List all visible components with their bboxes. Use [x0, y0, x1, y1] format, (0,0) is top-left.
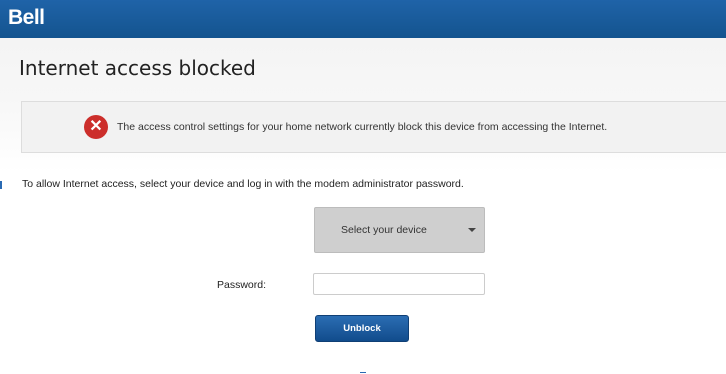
unblock-button[interactable]: Unblock [315, 315, 409, 342]
bell-logo: Bell [8, 6, 45, 29]
edge-marker [0, 181, 2, 189]
device-select-dropdown[interactable]: Select your device [314, 207, 485, 253]
instruction-text: To allow Internet access, select your de… [22, 178, 464, 190]
page-title: Internet access blocked [19, 56, 256, 80]
device-select-label: Select your device [341, 224, 427, 236]
chevron-down-icon [468, 228, 476, 232]
top-header-bar: Bell [0, 0, 726, 38]
password-field[interactable] [313, 273, 485, 295]
access-blocked-alert: ✕ The access control settings for your h… [21, 101, 726, 153]
alert-message: The access control settings for your hom… [117, 121, 608, 133]
bottom-edge-marker [360, 372, 366, 373]
password-label: Password: [217, 279, 267, 291]
error-x-icon: ✕ [84, 115, 108, 139]
